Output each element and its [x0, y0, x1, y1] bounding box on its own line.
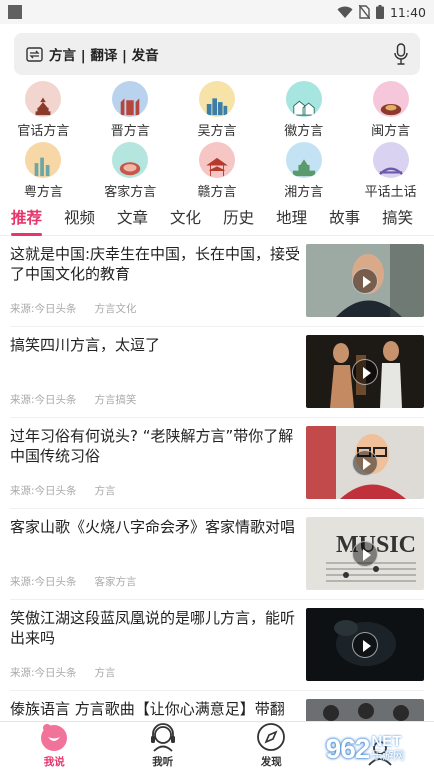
site-watermark: 962 NET 乐游网 — [304, 729, 426, 769]
microphone-icon[interactable] — [394, 43, 408, 65]
skyline-icon — [25, 142, 62, 178]
watermark-net: NET — [371, 733, 402, 750]
feed-item-meta: 来源:今日头条 方言文化 — [10, 301, 155, 316]
play-icon[interactable] — [352, 540, 378, 567]
nav-listen[interactable]: 我听 — [109, 722, 218, 773]
temple-of-heaven-icon — [25, 81, 62, 117]
feed-item[interactable]: 笑傲江湖这段蓝凤凰说的是哪儿方言，能听出来吗来源:今日头条 方言 — [10, 600, 424, 691]
dialect-item[interactable]: 粤方言 — [0, 142, 87, 202]
category-tabs: 推荐 视频 文章 文化 历史 地理 故事 搞笑 — [0, 202, 434, 236]
feed-item-category: 方言文化 — [94, 303, 137, 315]
nav-speak[interactable]: 我说 — [0, 722, 109, 773]
city-icon — [198, 81, 235, 117]
tab-item[interactable]: 地理 — [276, 202, 307, 236]
dialect-label: 官话方言 — [17, 124, 70, 139]
dialect-item[interactable]: 闽方言 — [347, 81, 434, 141]
feed-item-title[interactable]: 过年习俗有何说头? “老陕解方言”带你了解中国传统习俗 — [10, 426, 302, 466]
play-icon[interactable] — [352, 449, 378, 476]
feed-item-source: 来源:今日头条 — [10, 303, 77, 315]
dialect-label: 湘方言 — [284, 185, 324, 200]
tab-item[interactable]: 推荐 — [11, 202, 43, 236]
video-thumbnail[interactable] — [306, 244, 424, 317]
feed-item-source: 来源:今日头条 — [10, 667, 77, 679]
feed-item-meta: 来源:今日头条 方言 — [10, 483, 134, 498]
feed-item[interactable]: 过年习俗有何说头? “老陕解方言”带你了解中国传统习俗来源:今日头条 方言 — [10, 418, 424, 509]
feed-item[interactable]: 这就是中国:庆幸生在中国，长在中国，接受了中国文化的教育来源:今日头条 方言文化 — [10, 236, 424, 327]
feed-item[interactable]: 客家山歌《火烧八字命会矛》客家情歌对唱来源:今日头条 客家方言 MUSIC — [10, 509, 424, 600]
battery-icon — [375, 5, 384, 19]
bridge-icon — [372, 142, 409, 178]
tab-item[interactable]: 视频 — [64, 202, 95, 236]
feed-item-meta: 来源:今日头条 方言 — [10, 665, 134, 680]
search-placeholder: 方言 | 翻译 | 发音 — [49, 48, 159, 64]
hakka-dish-icon — [112, 142, 149, 178]
dialect-item[interactable]: 客家方言 — [87, 142, 174, 202]
feed-item-title[interactable]: 傣族语言 方言歌曲【让你心满意足】带翻 — [10, 699, 302, 719]
play-icon[interactable] — [352, 631, 378, 658]
dialect-label: 晋方言 — [110, 124, 150, 139]
headphones-icon — [150, 723, 175, 752]
mouth-icon — [41, 724, 68, 751]
feed-item-category: 方言搞笑 — [94, 394, 137, 406]
video-thumbnail[interactable] — [306, 426, 424, 499]
feed-item[interactable]: 搞笑四川方言，太逗了来源:今日头条 方言搞笑 — [10, 327, 424, 418]
dialect-item[interactable]: 官话方言 — [0, 81, 87, 141]
translate-icon — [26, 46, 43, 62]
nav-discover-label: 发现 — [260, 756, 282, 768]
village-icon — [285, 81, 322, 117]
nav-listen-label: 我听 — [152, 756, 174, 768]
building-icon — [112, 81, 149, 117]
compass-icon — [257, 723, 286, 751]
dialect-item[interactable]: 晋方言 — [87, 81, 174, 141]
dialect-label: 赣方言 — [197, 185, 237, 200]
nav-speak-label: 我说 — [43, 756, 65, 768]
feed-item-source: 来源:今日头条 — [10, 485, 77, 497]
dialect-item[interactable]: 湘方言 — [260, 142, 347, 202]
tower-icon — [285, 142, 322, 178]
notification-icon — [8, 5, 22, 19]
video-feed: 这就是中国:庆幸生在中国，长在中国，接受了中国文化的教育来源:今日头条 方言文化搞… — [0, 236, 434, 773]
tab-item[interactable]: 文章 — [117, 202, 148, 236]
dialect-label: 闽方言 — [371, 124, 411, 139]
tab-item[interactable]: 文化 — [170, 202, 201, 236]
pavilion-icon — [198, 142, 235, 178]
status-time: 11:40 — [389, 4, 426, 20]
video-thumbnail[interactable] — [306, 608, 424, 681]
wifi-icon — [337, 6, 353, 18]
dialect-label: 客家方言 — [104, 185, 157, 200]
feed-item-title[interactable]: 搞笑四川方言，太逗了 — [10, 335, 302, 355]
tulou-icon — [372, 81, 409, 117]
dialect-item[interactable]: 平话土话 — [347, 142, 434, 202]
feed-item-category: 方言 — [94, 485, 116, 497]
feed-item-source: 来源:今日头条 — [10, 394, 77, 406]
feed-item-category: 方言 — [94, 667, 116, 679]
dialect-grid: 官话方言 晋方言 吴方言 徽方言 闽方言粤方言 客家方言 赣方言 湘方言 平话土话 — [0, 81, 434, 202]
dialect-label: 粤方言 — [23, 185, 63, 200]
tab-item[interactable]: 搞笑 — [382, 202, 413, 236]
video-thumbnail[interactable]: MUSIC — [306, 517, 424, 590]
feed-item-title[interactable]: 这就是中国:庆幸生在中国，长在中国，接受了中国文化的教育 — [10, 244, 302, 284]
play-icon[interactable] — [352, 358, 378, 385]
no-sim-icon — [358, 5, 370, 19]
feed-item-meta: 来源:今日头条 客家方言 — [10, 574, 155, 589]
dialect-item[interactable]: 赣方言 — [174, 142, 261, 202]
feed-item-title[interactable]: 客家山歌《火烧八字命会矛》客家情歌对唱 — [10, 517, 302, 537]
video-thumbnail[interactable] — [306, 335, 424, 408]
dialect-label: 吴方言 — [197, 124, 237, 139]
watermark-caption: 乐游网 — [371, 749, 405, 762]
dialect-item[interactable]: 徽方言 — [260, 81, 347, 141]
tab-item[interactable]: 故事 — [329, 202, 360, 236]
feed-item-source: 来源:今日头条 — [10, 576, 77, 588]
play-icon[interactable] — [352, 267, 378, 294]
tab-item[interactable]: 历史 — [223, 202, 254, 236]
dialect-label: 平话土话 — [364, 185, 417, 200]
status-bar: 11:40 — [0, 0, 434, 24]
feed-item-category: 客家方言 — [94, 576, 137, 588]
feed-item-title[interactable]: 笑傲江湖这段蓝凤凰说的是哪儿方言，能听出来吗 — [10, 608, 302, 648]
search-bar[interactable]: 方言 | 翻译 | 发音 — [14, 33, 420, 75]
dialect-label: 徽方言 — [284, 124, 324, 139]
watermark-number: 962 — [325, 733, 371, 764]
feed-item-meta: 来源:今日头条 方言搞笑 — [10, 392, 155, 407]
dialect-item[interactable]: 吴方言 — [174, 81, 261, 141]
